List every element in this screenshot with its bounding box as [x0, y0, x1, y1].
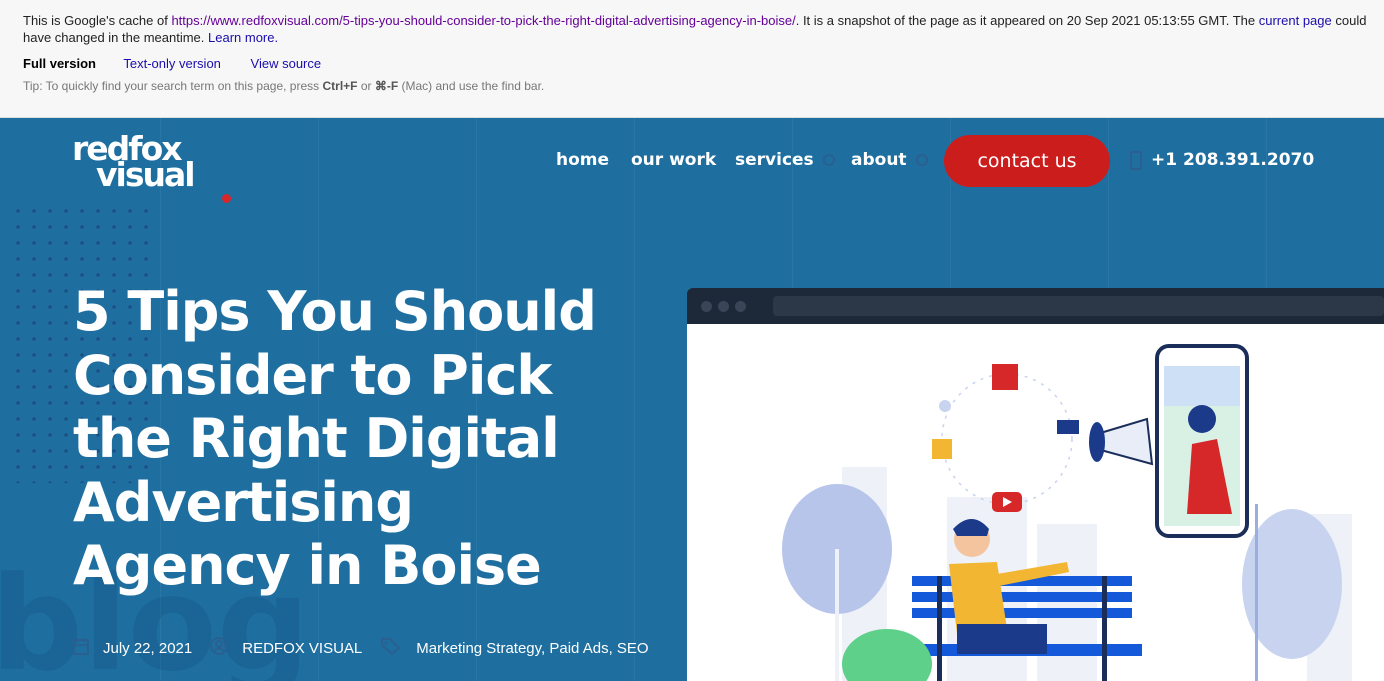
megaphone-mouth	[1089, 422, 1105, 462]
browser-address-bar	[773, 296, 1384, 316]
person-head	[1188, 405, 1216, 433]
tip-suffix: (Mac) and use the find bar.	[398, 79, 545, 93]
cache-notice-middle: . It is a snapshot of the page as it app…	[795, 13, 1259, 28]
shopping-bag-icon	[992, 364, 1018, 390]
phone-icon	[1130, 150, 1142, 170]
logo-dot	[222, 194, 231, 203]
tree-trunk	[1255, 504, 1258, 681]
phone-link[interactable]: +1 208.391.2070	[1130, 150, 1314, 170]
credit-card-icon	[1057, 420, 1079, 434]
redfox-visual-logo[interactable]: redfox visual	[72, 132, 242, 203]
submenu-indicator-icon	[915, 154, 928, 166]
window-dot-icon	[735, 301, 746, 312]
text-only-version-link[interactable]: Text-only version	[123, 56, 221, 71]
cache-notice-prefix: This is Google's cache of	[23, 13, 172, 28]
advertising-illustration	[782, 344, 1352, 681]
man-jacket	[949, 562, 1007, 634]
page-title: 5 Tips You Should Consider to Pick the R…	[73, 280, 673, 598]
post-date: July 22, 2021	[103, 639, 193, 657]
logo-line-2: visual	[96, 155, 196, 194]
shopping-bag-small-icon	[932, 439, 952, 459]
google-cache-banner: This is Google's cache of https://www.re…	[0, 0, 1384, 118]
tip-or: or	[357, 79, 375, 93]
drone-icon	[939, 400, 951, 412]
megaphone-shape	[1096, 417, 1154, 466]
nav-home[interactable]: home	[556, 150, 609, 170]
user-icon	[210, 637, 229, 659]
nav-services-label: services	[735, 150, 814, 170]
post-categories[interactable]: Marketing Strategy, Paid Ads, SEO	[416, 640, 648, 657]
view-source-link[interactable]: View source	[251, 56, 322, 71]
window-dot-icon	[718, 301, 729, 312]
submenu-indicator-icon	[822, 154, 835, 166]
building-shape	[1037, 524, 1097, 681]
window-dot-icon	[701, 301, 712, 312]
hero-illustration	[687, 324, 1384, 681]
man-legs	[957, 624, 1047, 654]
post-author-link[interactable]: REDFOX VISUAL	[242, 640, 362, 657]
hero-section: blog redfox visual home our work service…	[0, 118, 1384, 681]
nav-our-work[interactable]: our work	[631, 150, 716, 170]
contact-us-button[interactable]: contact us	[944, 135, 1110, 187]
nav-services[interactable]: services	[735, 150, 835, 170]
bench-slat	[912, 608, 1132, 618]
phone-screen-top	[1164, 366, 1240, 406]
full-version-label: Full version	[23, 56, 96, 71]
bench-slat	[912, 592, 1132, 602]
learn-more-link[interactable]: Learn more.	[208, 30, 278, 45]
title-line: Consider to Pick	[73, 343, 552, 407]
orbit-path	[941, 373, 1073, 505]
browser-toolbar	[687, 288, 1384, 324]
tip-text: Tip: To quickly find your search term on…	[23, 79, 323, 93]
find-tip: Tip: To quickly find your search term on…	[23, 79, 544, 93]
title-line: Agency in Boise	[73, 534, 542, 597]
version-switcher: Full version Text-only version View sour…	[23, 56, 321, 71]
tip-shortcut-cmd: ⌘-F	[374, 79, 399, 93]
current-page-link[interactable]: current page	[1259, 13, 1332, 28]
nav-about-label: about	[851, 150, 907, 170]
tip-shortcut-ctrl: Ctrl+F	[322, 79, 358, 93]
title-line: 5 Tips You Should	[73, 280, 597, 343]
cached-url-link[interactable]: https://www.redfoxvisual.com/5-tips-you-…	[171, 13, 795, 28]
tag-icon	[380, 637, 402, 659]
calendar-icon	[73, 637, 89, 659]
tree-trunk	[835, 549, 839, 681]
nav-about[interactable]: about	[851, 150, 928, 170]
phone-number: +1 208.391.2070	[1151, 150, 1315, 170]
title-line: Advertising	[73, 470, 414, 534]
browser-mockup	[687, 288, 1384, 681]
cache-notice: This is Google's cache of https://www.re…	[23, 12, 1368, 46]
title-line: the Right Digital	[73, 407, 560, 470]
bench-leg	[937, 576, 942, 681]
post-meta: July 22, 2021 REDFOX VISUAL Marketing St…	[73, 637, 667, 659]
bench-leg	[1102, 576, 1107, 681]
